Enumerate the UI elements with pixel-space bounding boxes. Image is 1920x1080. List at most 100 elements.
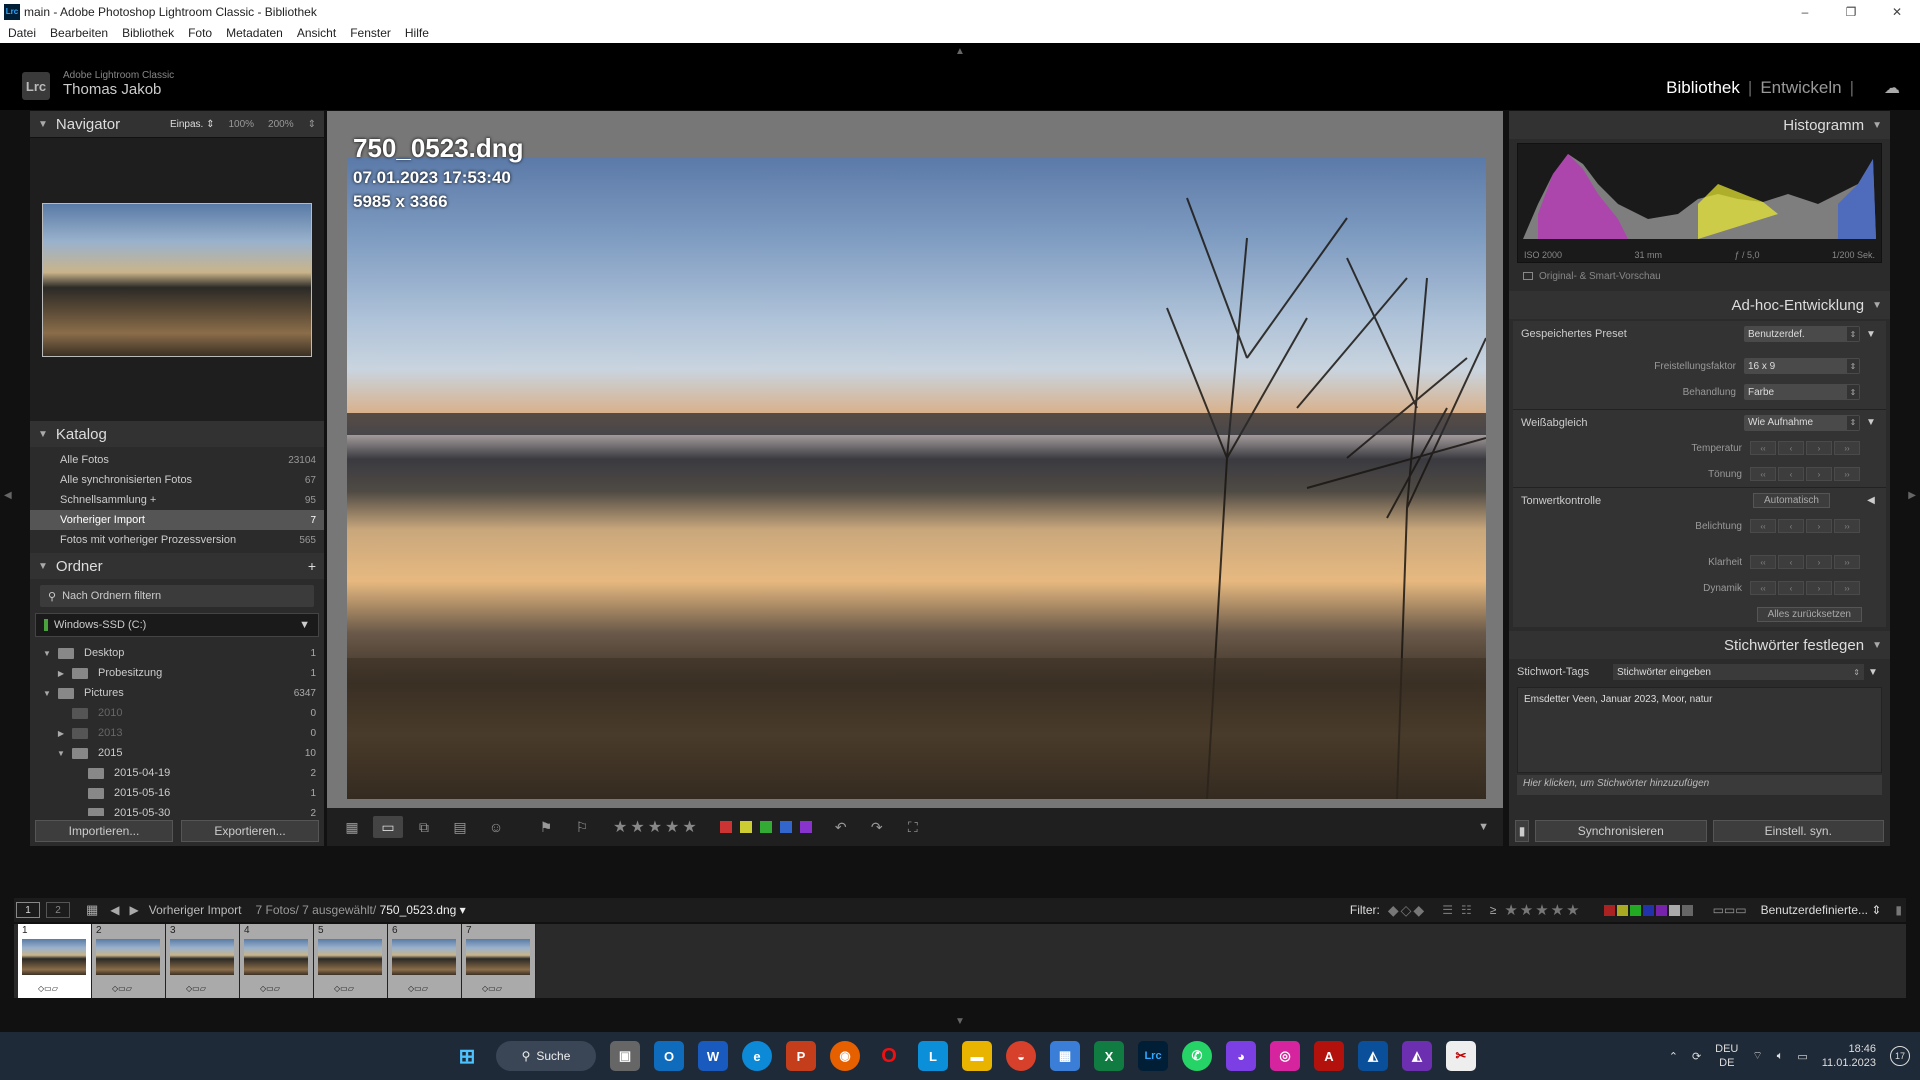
module-bibliothek[interactable]: Bibliothek [1666, 78, 1740, 98]
kind-filter-icons[interactable]: ▭▭▭ [1713, 903, 1747, 917]
rating-filter-stars[interactable]: ★★★★★ [1504, 901, 1581, 919]
filmstrip-source[interactable]: Vorheriger Import [149, 903, 242, 917]
step-down-large[interactable]: ‹‹ [1750, 555, 1776, 569]
folder-filter-input[interactable]: ⚲ Nach Ordnern filtern [40, 585, 314, 607]
minimize-button[interactable]: – [1782, 0, 1828, 23]
auto-tone-button[interactable]: Automatisch [1752, 493, 1830, 508]
folder-2010[interactable]: 2010 0 [30, 703, 324, 723]
folder-pictures[interactable]: ▼ Pictures 6347 [30, 683, 324, 703]
wifi-icon[interactable]: ⌔ [1752, 1049, 1762, 1063]
affinity-icon[interactable]: ◭ [1402, 1041, 1432, 1071]
step-down-large[interactable]: ‹‹ [1750, 519, 1776, 533]
menu-hilfe[interactable]: Hilfe [405, 26, 429, 40]
battery-icon[interactable]: ▭ [1797, 1050, 1807, 1063]
color-filter-yellow[interactable] [1616, 904, 1628, 916]
folder-desktop[interactable]: ▼ Desktop 1 [30, 643, 324, 663]
keyword-add-field[interactable]: Hier klicken, um Stichwörter hinzuzufüge… [1517, 775, 1882, 795]
filmstrip-current-file[interactable]: 750_0523.dng ▾ [380, 903, 466, 917]
color-filter-other[interactable] [1681, 904, 1693, 916]
rotate-left-icon[interactable]: ↶ [826, 816, 856, 838]
step-up-large[interactable]: ›› [1834, 519, 1860, 533]
step-up[interactable]: › [1806, 519, 1832, 533]
menu-fenster[interactable]: Fenster [350, 26, 391, 40]
language-indicator[interactable]: DEU DE [1715, 1042, 1738, 1070]
grid-icon[interactable]: ▦ [86, 902, 98, 918]
volume-icon[interactable]: 🔈︎ [1777, 1050, 1784, 1063]
left-panel-toggle-icon[interactable]: ◀ [4, 490, 12, 501]
crop-icon[interactable]: ⛶ [898, 816, 928, 838]
folder-2015[interactable]: ▼ 2015 10 [30, 743, 324, 763]
folder-2015-05-16[interactable]: 2015-05-16 1 [30, 783, 324, 803]
step-up[interactable]: › [1806, 441, 1832, 455]
sync-toggle-icon[interactable]: ▮ [1515, 820, 1529, 842]
survey-view-icon[interactable]: ▤ [445, 816, 475, 838]
filmstrip-thumb[interactable]: 3 ◇▭▱ [166, 924, 240, 998]
reset-all-button[interactable]: Alles zurücksetzen [1756, 606, 1862, 622]
zoom-200[interactable]: 200% [268, 119, 294, 130]
people-view-icon[interactable]: ☺ [481, 816, 511, 838]
step-down-large[interactable]: ‹‹ [1750, 581, 1776, 595]
collapse-icon[interactable]: ▼ [1864, 329, 1878, 340]
catalog-header[interactable]: ▼ Katalog [30, 421, 324, 447]
step-up-large[interactable]: ›› [1834, 467, 1860, 481]
clock[interactable]: 18:46 11.01.2023 [1822, 1042, 1876, 1070]
main-photo[interactable] [347, 158, 1486, 799]
primary-window-button[interactable]: 1 [16, 902, 40, 918]
step-down[interactable]: ‹ [1778, 441, 1804, 455]
step-down-large[interactable]: ‹‹ [1750, 467, 1776, 481]
tray-chevron-up-icon[interactable]: ⌃ [1669, 1050, 1678, 1063]
close-button[interactable]: ✕ [1874, 0, 1920, 23]
word-icon[interactable]: W [698, 1041, 728, 1071]
catalog-item-synced[interactable]: Alle synchronisierten Fotos 67 [30, 470, 324, 490]
menu-bearbeiten[interactable]: Bearbeiten [50, 26, 108, 40]
step-up[interactable]: › [1806, 467, 1832, 481]
synchronize-button[interactable]: Synchronisieren [1535, 820, 1707, 842]
filmstrip-thumb[interactable]: 5 ◇▭▱ [314, 924, 388, 998]
disclosure-icon[interactable]: ▼ [40, 649, 54, 658]
add-folder-button[interactable]: + [308, 558, 316, 574]
disclosure-icon[interactable]: ▶ [54, 669, 68, 678]
step-up-large[interactable]: ›› [1834, 555, 1860, 569]
menu-bibliothek[interactable]: Bibliothek [122, 26, 174, 40]
folders-header[interactable]: ▼ Ordner + [30, 553, 324, 579]
windows-start-icon[interactable]: ⊞ [452, 1041, 482, 1071]
rotate-right-icon[interactable]: ↷ [862, 816, 892, 838]
lightroom-taskbar-icon[interactable]: Lrc [1138, 1041, 1168, 1071]
app-icon-orange[interactable]: ◒ [1006, 1041, 1036, 1071]
disclosure-icon[interactable]: ▼ [40, 689, 54, 698]
disclosure-icon[interactable]: ▶ [54, 729, 68, 738]
step-down[interactable]: ‹ [1778, 519, 1804, 533]
saved-preset-select[interactable]: Benutzerdef. ⇕ [1744, 326, 1860, 342]
acrobat-icon[interactable]: A [1314, 1041, 1344, 1071]
flag-pick-icon[interactable]: ⚑ [531, 816, 561, 838]
flag-reject-icon[interactable]: ⚐ [567, 816, 597, 838]
back-arrow-icon[interactable]: ◀ [110, 903, 119, 917]
menu-ansicht[interactable]: Ansicht [297, 26, 336, 40]
whatsapp-icon[interactable]: ✆ [1182, 1041, 1212, 1071]
game-icon[interactable]: ◕ [1226, 1041, 1256, 1071]
custom-filter-select[interactable]: Benutzerdefinierte... ⇕ [1754, 903, 1888, 917]
navigator-thumbnail[interactable] [42, 202, 312, 357]
powerpoint-icon[interactable]: P [786, 1041, 816, 1071]
filmstrip-thumb[interactable]: 2 ◇▭▱ [92, 924, 166, 998]
step-down[interactable]: ‹ [1778, 555, 1804, 569]
treatment-select[interactable]: Farbe ⇕ [1744, 384, 1860, 400]
task-view-icon[interactable]: ▣ [610, 1041, 640, 1071]
step-up[interactable]: › [1806, 581, 1832, 595]
collapse-icon[interactable]: ▼ [1864, 667, 1882, 678]
zoom-fit[interactable]: Einpas. ⇕ [170, 119, 215, 130]
right-panel-toggle-icon[interactable]: ▶ [1908, 490, 1916, 501]
collapse-icon[interactable]: ▼ [1864, 417, 1878, 428]
color-filter-red[interactable] [1603, 904, 1615, 916]
excel-icon[interactable]: X [1094, 1041, 1124, 1071]
menu-foto[interactable]: Foto [188, 26, 212, 40]
loupe-view-icon[interactable]: ▭ [373, 816, 403, 838]
edit-filter-icon-2[interactable]: ☷ [1461, 903, 1472, 917]
step-up[interactable]: › [1806, 555, 1832, 569]
top-panel-toggle-icon[interactable]: ▲ [955, 46, 965, 57]
navigator-header[interactable]: ▼ Navigator Einpas. ⇕ 100% 200% ⇕ [30, 111, 324, 137]
step-up-large[interactable]: ›› [1834, 441, 1860, 455]
keyword-list[interactable]: Emsdetter Veen, Januar 2023, Moor, natur [1517, 687, 1882, 773]
rating-stars[interactable]: ★★★★★ [613, 817, 700, 837]
notification-badge[interactable]: 17 [1890, 1046, 1910, 1066]
